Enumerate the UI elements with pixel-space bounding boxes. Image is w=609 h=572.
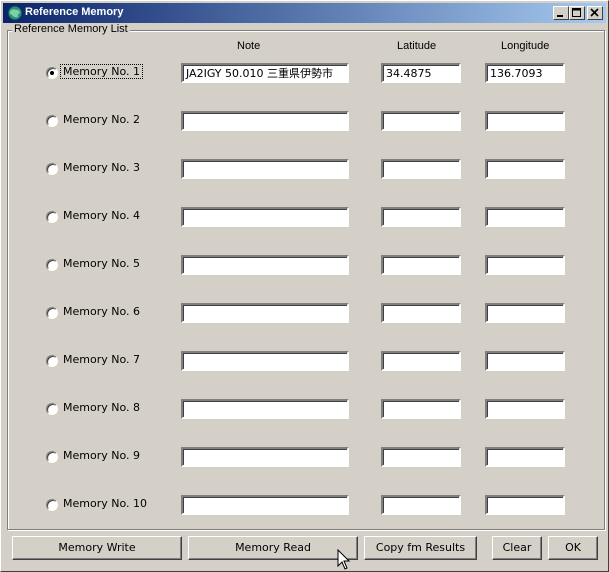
memory-radio-4[interactable]: [46, 211, 58, 223]
memory-radio-label[interactable]: Memory No. 10: [61, 497, 149, 510]
latitude-field[interactable]: [381, 207, 461, 227]
memory-read-button[interactable]: Memory Read: [188, 536, 358, 560]
longitude-field[interactable]: 136.7093: [485, 63, 565, 83]
note-field[interactable]: [181, 207, 349, 227]
longitude-field[interactable]: [485, 255, 565, 275]
memory-row: Memory No. 2: [1, 111, 609, 131]
longitude-field[interactable]: [485, 399, 565, 419]
ok-button[interactable]: OK: [548, 536, 598, 560]
memory-radio-7[interactable]: [46, 355, 58, 367]
memory-row: Memory No. 9: [1, 447, 609, 467]
longitude-field[interactable]: [485, 303, 565, 323]
title-bar[interactable]: Reference Memory: [3, 3, 606, 23]
longitude-field[interactable]: [485, 111, 565, 131]
radio-selected-dot: [50, 71, 54, 75]
memory-radio-label[interactable]: Memory No. 9: [61, 449, 142, 462]
longitude-field[interactable]: [485, 495, 565, 515]
memory-radio-label[interactable]: Memory No. 3: [61, 161, 142, 174]
longitude-field[interactable]: [485, 159, 565, 179]
memory-row: Memory No. 7: [1, 351, 609, 371]
globe-icon[interactable]: [7, 5, 23, 21]
latitude-column-header: Latitude: [397, 40, 437, 52]
note-field[interactable]: [181, 303, 349, 323]
latitude-field[interactable]: [381, 159, 461, 179]
note-field[interactable]: [181, 351, 349, 371]
latitude-field[interactable]: [381, 495, 461, 515]
note-field[interactable]: [181, 447, 349, 467]
memory-radio-label[interactable]: Memory No. 4: [61, 209, 142, 222]
memory-row: Memory No. 3: [1, 159, 609, 179]
copy-fm-results-button[interactable]: Copy fm Results: [364, 536, 477, 560]
memory-radio-label[interactable]: Memory No. 1: [60, 64, 143, 79]
memory-radio-5[interactable]: [46, 259, 58, 271]
minimize-icon: [557, 15, 563, 17]
reference-memory-window: Reference Memory Reference Memory List N…: [0, 0, 609, 572]
close-button[interactable]: [587, 6, 603, 20]
latitude-field[interactable]: [381, 447, 461, 467]
note-field[interactable]: [181, 111, 349, 131]
note-field[interactable]: [181, 495, 349, 515]
memory-radio-label[interactable]: Memory No. 5: [61, 257, 142, 270]
latitude-field[interactable]: [381, 111, 461, 131]
longitude-column-header: Longitude: [501, 40, 550, 52]
note-field[interactable]: [181, 159, 349, 179]
close-icon: [590, 8, 599, 17]
memory-radio-3[interactable]: [46, 163, 58, 175]
latitude-field[interactable]: [381, 351, 461, 371]
memory-row: Memory No. 8: [1, 399, 609, 419]
memory-radio-2[interactable]: [46, 115, 58, 127]
memory-row: Memory No. 1 JA2IGY 50.010 三重県伊勢市 34.4875 1…: [1, 63, 609, 83]
note-field[interactable]: [181, 255, 349, 275]
longitude-field[interactable]: [485, 447, 565, 467]
memory-row: Memory No. 10: [1, 495, 609, 515]
latitude-field[interactable]: [381, 255, 461, 275]
latitude-field[interactable]: 34.4875: [381, 63, 461, 83]
window-title: Reference Memory: [25, 6, 124, 18]
memory-row: Memory No. 4: [1, 207, 609, 227]
memory-radio-label[interactable]: Memory No. 8: [61, 401, 142, 414]
note-column-header: Note: [237, 40, 261, 52]
memory-write-button[interactable]: Memory Write: [12, 536, 182, 560]
memory-radio-9[interactable]: [46, 451, 58, 463]
memory-radio-1[interactable]: [46, 67, 58, 79]
longitude-field[interactable]: [485, 351, 565, 371]
latitude-field[interactable]: [381, 399, 461, 419]
memory-radio-10[interactable]: [46, 499, 58, 511]
memory-row: Memory No. 6: [1, 303, 609, 323]
memory-radio-label[interactable]: Memory No. 6: [61, 305, 142, 318]
minimize-button[interactable]: [553, 6, 569, 20]
memory-radio-label[interactable]: Memory No. 2: [61, 113, 142, 126]
mouse-pointer-icon: [337, 549, 351, 570]
memory-radio-label[interactable]: Memory No. 7: [61, 353, 142, 366]
memory-row: Memory No. 5: [1, 255, 609, 275]
maximize-icon: [572, 8, 581, 17]
note-field[interactable]: [181, 399, 349, 419]
note-field[interactable]: JA2IGY 50.010 三重県伊勢市: [181, 63, 349, 83]
longitude-field[interactable]: [485, 207, 565, 227]
maximize-button[interactable]: [569, 6, 585, 20]
memory-radio-6[interactable]: [46, 307, 58, 319]
clear-button[interactable]: Clear: [492, 536, 542, 560]
latitude-field[interactable]: [381, 303, 461, 323]
group-label: Reference Memory List: [12, 23, 130, 35]
memory-radio-8[interactable]: [46, 403, 58, 415]
